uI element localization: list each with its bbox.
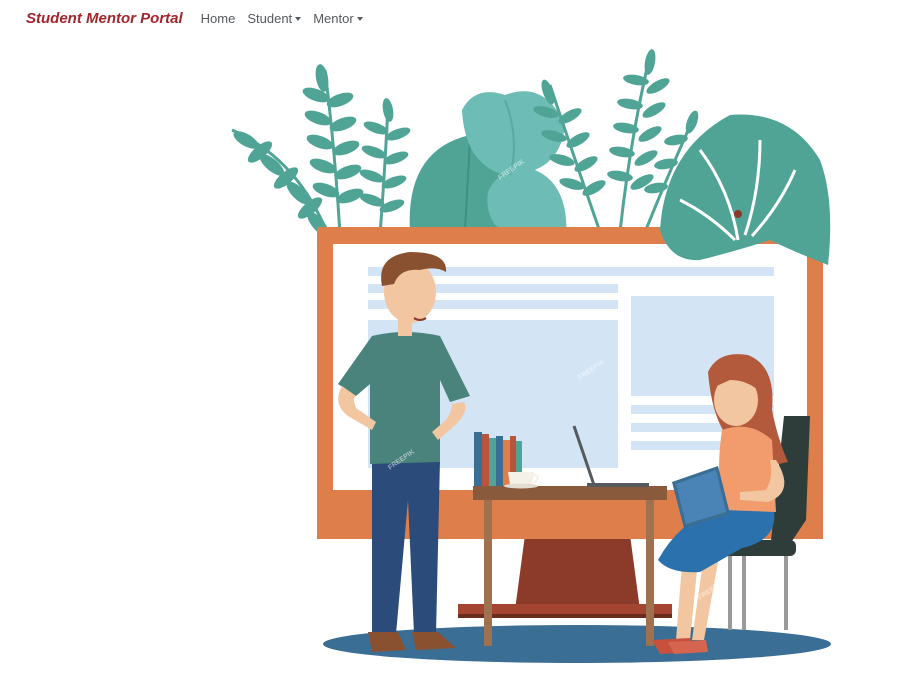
- plant-leaves: [231, 49, 706, 241]
- nav-home[interactable]: Home: [201, 11, 236, 26]
- nav-mentor-label: Mentor: [313, 10, 354, 26]
- top-navbar: Student Mentor Portal Home Student Mento…: [0, 0, 915, 36]
- nav-menu: Home Student Mentor: [201, 11, 375, 26]
- hero-illustration: FREEPIK FREEPIK FREEPIK FREEPIK: [0, 0, 915, 686]
- nav-student-dropdown[interactable]: Student: [247, 10, 302, 26]
- nav-mentor-dropdown[interactable]: Mentor: [313, 10, 363, 26]
- nav-home-label: Home: [200, 10, 236, 26]
- chevron-down-icon: [356, 16, 363, 21]
- nav-student-label: Student: [247, 10, 293, 26]
- brand-link[interactable]: Student Mentor Portal: [26, 10, 183, 27]
- student-mentor-illustration: FREEPIK FREEPIK FREEPIK FREEPIK: [231, 49, 831, 663]
- chevron-down-icon: [295, 16, 302, 21]
- monitor-stand: [515, 535, 640, 610]
